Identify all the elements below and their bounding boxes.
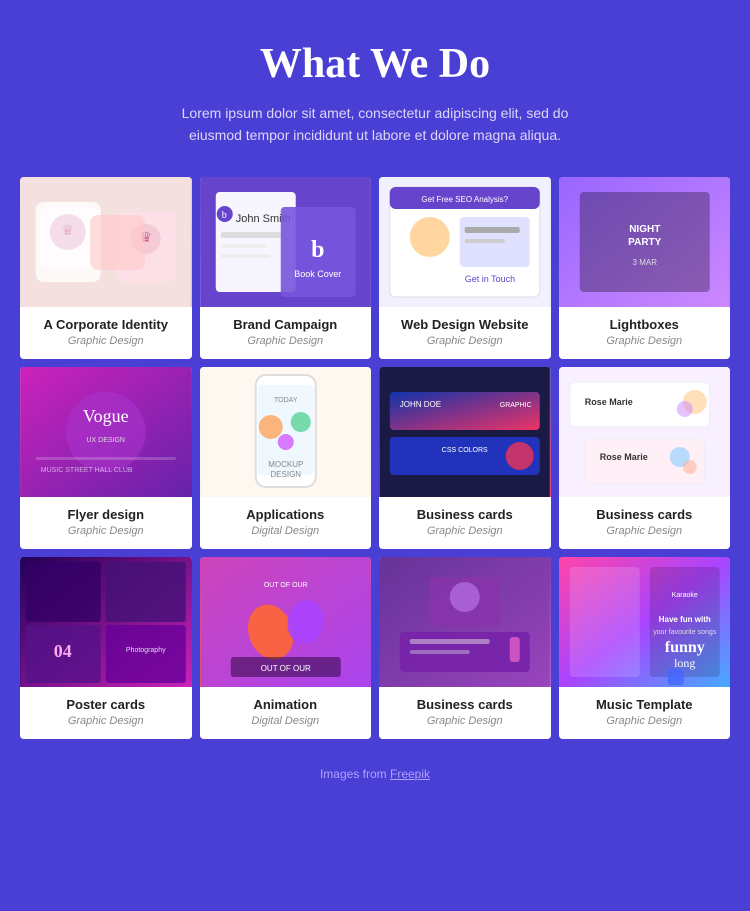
svg-text:Get in Touch: Get in Touch	[465, 274, 515, 284]
page-subtitle: Lorem ipsum dolor sit amet, consectetur …	[175, 102, 575, 147]
svg-text:UX DESIGN: UX DESIGN	[86, 437, 125, 444]
card-corporate[interactable]: ♛ ♛ A Corporate Identity Graphic Design	[20, 177, 192, 359]
svg-text:TODAY: TODAY	[274, 397, 298, 404]
card-title-poster: Poster cards	[28, 697, 184, 712]
svg-text:your favourite songs: your favourite songs	[653, 629, 717, 636]
svg-text:DESIGN: DESIGN	[270, 470, 301, 479]
card-image-brand: John Smith b b Book Cover	[200, 177, 372, 307]
card-applications[interactable]: TODAY MOCKUP DESIGN Applications Digital …	[200, 367, 372, 549]
card-category-animation: Digital Design	[208, 715, 364, 727]
card-bizcard2[interactable]: Rose Marie Rose Marie Business cards Grap…	[559, 367, 731, 549]
svg-text:Have fun with: Have fun with	[658, 615, 710, 624]
card-title-bizcard2: Business cards	[567, 507, 723, 522]
svg-text:Vogue: Vogue	[83, 406, 129, 426]
card-image-poster: 04 Photography	[20, 557, 192, 687]
card-bizcard3[interactable]: Business cards Graphic Design	[379, 557, 551, 739]
card-category-bizcard2: Graphic Design	[567, 525, 723, 537]
card-music[interactable]: Karaoke Have fun with your favourite son…	[559, 557, 731, 739]
svg-text:funny: funny	[664, 639, 704, 656]
svg-text:Photography: Photography	[126, 647, 166, 654]
card-image-bizcard1: JOHN DOE GRAPHIC CSS COLORS	[379, 367, 551, 497]
card-image-flyer: Vogue UX DESIGN MUSIC STREET HALL CLUB	[20, 367, 192, 497]
svg-text:3 MAR: 3 MAR	[632, 258, 657, 267]
svg-text:♛: ♛	[61, 224, 74, 239]
card-image-corporate: ♛ ♛	[20, 177, 192, 307]
svg-text:CSS COLORS: CSS COLORS	[442, 447, 488, 454]
card-brand[interactable]: John Smith b b Book Cover Brand Campaign…	[200, 177, 372, 359]
card-lightboxes[interactable]: NIGHT PARTY 3 MAR Lightboxes Graphic Desi…	[559, 177, 731, 359]
card-title-bizcard3: Business cards	[387, 697, 543, 712]
card-category-applications: Digital Design	[208, 525, 364, 537]
svg-text:Rose Marie: Rose Marie	[584, 397, 632, 407]
card-image-music: Karaoke Have fun with your favourite son…	[559, 557, 731, 687]
page-title: What We Do	[175, 40, 575, 88]
card-image-bizcard3	[379, 557, 551, 687]
card-title-corporate: A Corporate Identity	[28, 317, 184, 332]
card-title-brand: Brand Campaign	[208, 317, 364, 332]
svg-text:MOCKUP: MOCKUP	[268, 460, 303, 469]
freepik-link[interactable]: Freepik	[390, 767, 430, 781]
card-image-applications: TODAY MOCKUP DESIGN	[200, 367, 372, 497]
card-title-animation: Animation	[208, 697, 364, 712]
card-title-music: Music Template	[567, 697, 723, 712]
card-category-corporate: Graphic Design	[28, 335, 184, 347]
card-bizcard1[interactable]: JOHN DOE GRAPHIC CSS COLORS Business car…	[379, 367, 551, 549]
card-webdesign[interactable]: Get Free SEO Analysis? Get in Touch Web …	[379, 177, 551, 359]
card-title-applications: Applications	[208, 507, 364, 522]
svg-text:JOHN DOE: JOHN DOE	[400, 400, 441, 409]
svg-text:b: b	[221, 210, 226, 221]
svg-text:Get Free SEO Analysis?: Get Free SEO Analysis?	[421, 195, 508, 204]
card-category-flyer: Graphic Design	[28, 525, 184, 537]
svg-text:04: 04	[54, 641, 72, 661]
card-category-music: Graphic Design	[567, 715, 723, 727]
card-category-lightboxes: Graphic Design	[567, 335, 723, 347]
svg-text:NIGHT: NIGHT	[629, 224, 660, 235]
card-image-webdesign: Get Free SEO Analysis? Get in Touch	[379, 177, 551, 307]
svg-text:OUT OF OUR: OUT OF OUR	[260, 664, 310, 673]
svg-text:Rose Marie: Rose Marie	[599, 452, 647, 462]
svg-text:♛: ♛	[139, 231, 152, 246]
card-category-webdesign: Graphic Design	[387, 335, 543, 347]
card-image-lightboxes: NIGHT PARTY 3 MAR	[559, 177, 731, 307]
card-image-bizcard2: Rose Marie Rose Marie	[559, 367, 731, 497]
card-flyer[interactable]: Vogue UX DESIGN MUSIC STREET HALL CLUB F…	[20, 367, 192, 549]
card-image-animation: OUT OF OUR OUT OF OUR	[200, 557, 372, 687]
card-category-brand: Graphic Design	[208, 335, 364, 347]
card-category-poster: Graphic Design	[28, 715, 184, 727]
svg-text:OUT OF OUR: OUT OF OUR	[263, 582, 307, 589]
card-title-bizcard1: Business cards	[387, 507, 543, 522]
svg-text:Karaoke: Karaoke	[671, 592, 697, 599]
page-header: What We Do Lorem ipsum dolor sit amet, c…	[175, 40, 575, 147]
footer-credit: Images from Freepik	[320, 767, 430, 781]
svg-text:GRAPHIC: GRAPHIC	[500, 402, 532, 409]
card-title-flyer: Flyer design	[28, 507, 184, 522]
svg-text:b: b	[311, 237, 324, 263]
card-poster[interactable]: 04 Photography Poster cards Graphic Desig…	[20, 557, 192, 739]
card-title-lightboxes: Lightboxes	[567, 317, 723, 332]
card-category-bizcard3: Graphic Design	[387, 715, 543, 727]
card-animation[interactable]: OUT OF OUR OUT OF OUR Animation Digital D…	[200, 557, 372, 739]
portfolio-grid: ♛ ♛ A Corporate Identity Graphic Design J…	[20, 177, 730, 739]
svg-text:long: long	[674, 656, 695, 670]
svg-text:PARTY: PARTY	[628, 237, 661, 248]
svg-text:MUSIC STREET HALL CLUB: MUSIC STREET HALL CLUB	[41, 467, 133, 474]
card-title-webdesign: Web Design Website	[387, 317, 543, 332]
card-category-bizcard1: Graphic Design	[387, 525, 543, 537]
svg-text:Book Cover: Book Cover	[294, 269, 341, 279]
